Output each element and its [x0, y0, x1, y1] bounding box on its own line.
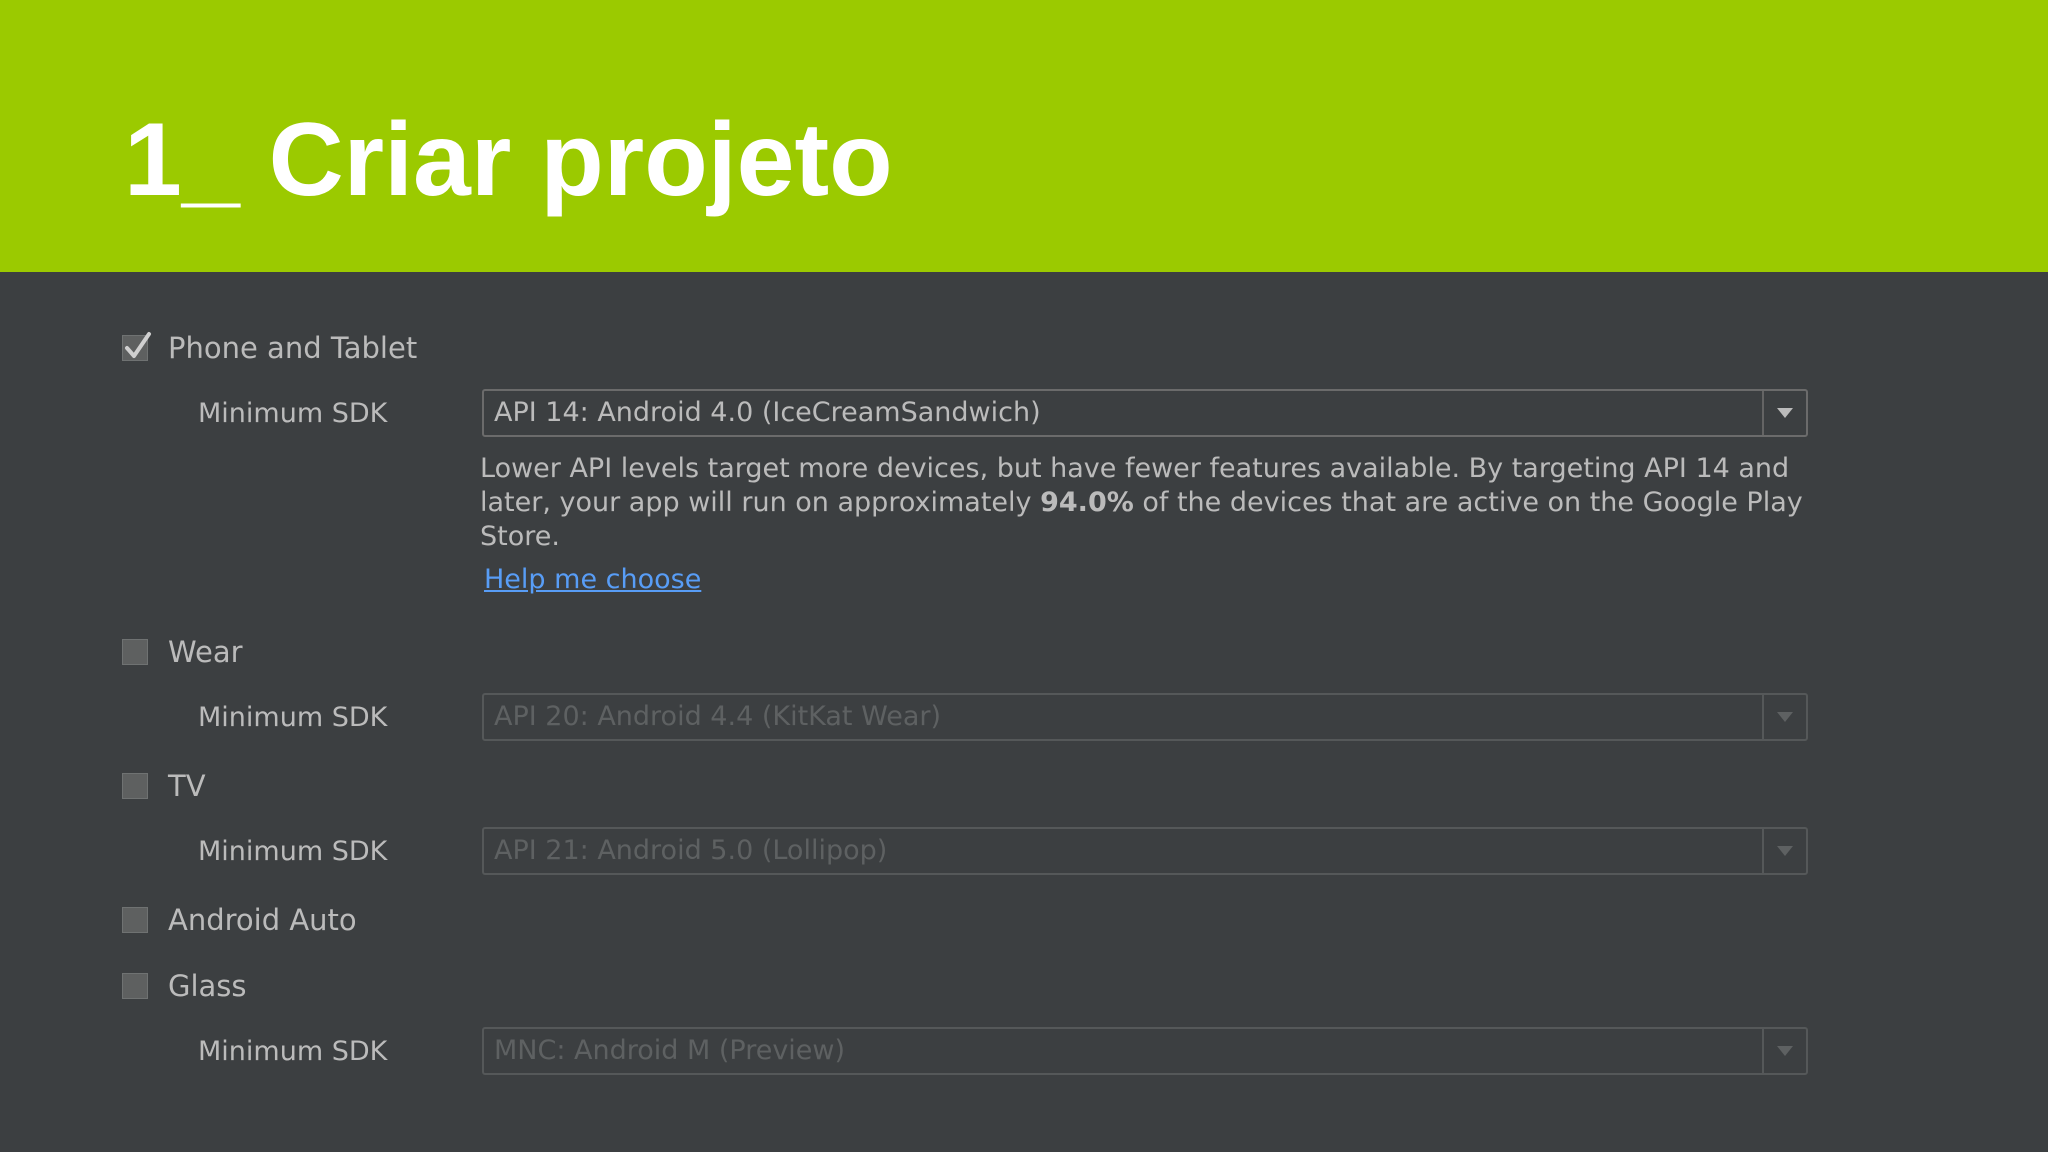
tv-checkbox[interactable]	[122, 773, 148, 799]
tv-sdk-value: API 21: Android 5.0 (Lollipop)	[494, 835, 888, 866]
glass-row[interactable]: Glass	[122, 966, 247, 1006]
android-auto-label: Android Auto	[168, 903, 357, 937]
glass-checkbox[interactable]	[122, 973, 148, 999]
wear-row[interactable]: Wear	[122, 632, 243, 672]
wear-label: Wear	[168, 635, 243, 669]
wear-sdk-value: API 20: Android 4.4 (KitKat Wear)	[494, 701, 942, 732]
tv-sdk-label: Minimum SDK	[198, 836, 388, 867]
tv-sdk-select[interactable]: API 21: Android 5.0 (Lollipop)	[482, 827, 1808, 875]
glass-sdk-select[interactable]: MNC: Android M (Preview)	[482, 1027, 1808, 1075]
slide-title: 1_ Criar projeto	[124, 102, 893, 218]
dropdown-arrow-icon	[1777, 712, 1793, 722]
phone-tablet-label: Phone and Tablet	[168, 331, 418, 365]
dropdown-button[interactable]	[1762, 391, 1806, 435]
phone-tablet-row[interactable]: Phone and Tablet	[122, 328, 417, 368]
wear-checkbox[interactable]	[122, 639, 148, 665]
tv-label: TV	[168, 769, 206, 803]
wear-sdk-label: Minimum SDK	[198, 702, 388, 733]
glass-sdk-label: Minimum SDK	[198, 1036, 388, 1067]
help-me-choose-link[interactable]: Help me choose	[484, 562, 701, 598]
dropdown-button[interactable]	[1762, 695, 1806, 739]
sdk-description: Lower API levels target more devices, bu…	[480, 452, 1820, 554]
dropdown-button[interactable]	[1762, 1029, 1806, 1073]
slide-header: 1_ Criar projeto	[0, 0, 2048, 272]
device-coverage-percent: 94.0%	[1040, 487, 1134, 518]
phone-tablet-checkbox[interactable]	[122, 332, 151, 361]
tv-row[interactable]: TV	[122, 766, 206, 806]
wear-sdk-select[interactable]: API 20: Android 4.4 (KitKat Wear)	[482, 693, 1808, 741]
android-auto-row[interactable]: Android Auto	[122, 900, 357, 940]
dropdown-arrow-icon	[1777, 408, 1793, 418]
android-auto-checkbox[interactable]	[122, 907, 148, 933]
phone-tablet-sdk-value: API 14: Android 4.0 (IceCreamSandwich)	[494, 397, 1041, 428]
glass-sdk-value: MNC: Android M (Preview)	[494, 1035, 846, 1066]
dropdown-arrow-icon	[1777, 1046, 1793, 1056]
phone-tablet-sdk-select[interactable]: API 14: Android 4.0 (IceCreamSandwich)	[482, 389, 1808, 437]
checkmark-icon	[125, 332, 151, 358]
dropdown-arrow-icon	[1777, 846, 1793, 856]
dropdown-button[interactable]	[1762, 829, 1806, 873]
glass-label: Glass	[168, 969, 247, 1003]
phone-tablet-sdk-label: Minimum SDK	[198, 398, 388, 429]
